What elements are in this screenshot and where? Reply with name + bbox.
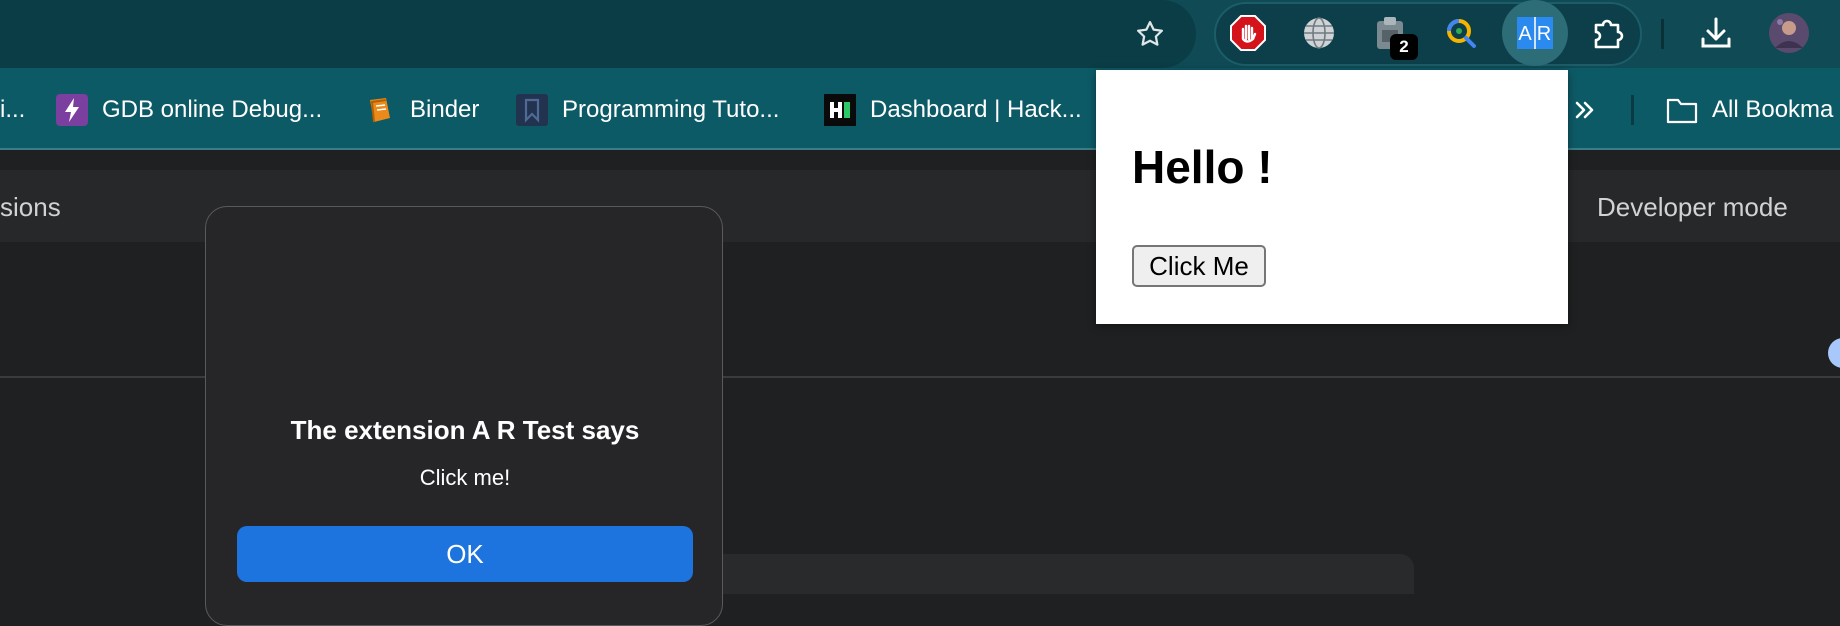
bookmark-hackerrank-dashboard[interactable]: Dashboard | Hack...: [824, 93, 1082, 127]
svg-text:A: A: [1518, 23, 1532, 45]
book-icon: [364, 94, 396, 126]
bookmarks-separator: [1631, 95, 1634, 125]
ok-button[interactable]: OK: [237, 526, 693, 582]
extensions-puzzle-icon[interactable]: [1588, 13, 1628, 53]
all-bookmarks-folder[interactable]: All Bookma: [1666, 93, 1833, 127]
profile-avatar[interactable]: [1768, 12, 1810, 54]
dialog-title: The extension A R Test says: [290, 415, 640, 445]
developer-mode-label: Developer mode: [1597, 192, 1788, 222]
extension-card: [710, 554, 1414, 594]
bookmark-label: Binder: [410, 96, 480, 123]
adblock-icon[interactable]: [1228, 13, 1268, 53]
address-bar[interactable]: [0, 0, 1196, 68]
page-title: sions: [0, 192, 61, 222]
browser-toolbar: 2 AR: [0, 0, 1840, 68]
bookmark-gdb-online[interactable]: GDB online Debug...: [56, 93, 322, 127]
bookmark-label: i...: [0, 96, 26, 123]
more-bookmarks-chevron-icon[interactable]: [1572, 93, 1598, 127]
ar-test-extension-icon[interactable]: AR: [1502, 0, 1568, 66]
bookmark-icon: [516, 94, 548, 126]
bookmark-partial[interactable]: i...: [0, 93, 25, 127]
globe-icon[interactable]: [1299, 13, 1339, 53]
bookmark-label: All Bookma: [1712, 96, 1834, 123]
click-me-button[interactable]: Click Me: [1132, 245, 1266, 287]
bolt-icon: [56, 94, 88, 126]
extension-popup: Hello ! Click Me: [1096, 70, 1568, 324]
bookmark-binder[interactable]: Binder: [364, 93, 479, 127]
alert-dialog: The extension A R Test says Click me! OK: [205, 206, 723, 626]
hackerrank-icon: [824, 94, 856, 126]
dialog-message: Click me!: [419, 465, 511, 490]
extensions-group: [1214, 2, 1642, 66]
download-icon[interactable]: [1696, 13, 1736, 53]
svg-text:R: R: [1537, 23, 1551, 45]
bookmark-label: Dashboard | Hack...: [870, 96, 1082, 123]
extension-badge: 2: [1390, 34, 1418, 60]
developer-mode-toggle[interactable]: [1828, 338, 1840, 368]
toolbar-separator: [1661, 19, 1664, 49]
search-lens-icon[interactable]: [1441, 13, 1481, 53]
popup-heading: Hello !: [1132, 141, 1273, 193]
bookmark-programming-tutorials[interactable]: Programming Tuto...: [516, 93, 779, 127]
bookmark-label: GDB online Debug...: [102, 96, 323, 123]
folder-icon: [1666, 94, 1698, 126]
bookmark-label: Programming Tuto...: [562, 96, 780, 123]
bookmark-star-icon[interactable]: [1130, 14, 1170, 54]
